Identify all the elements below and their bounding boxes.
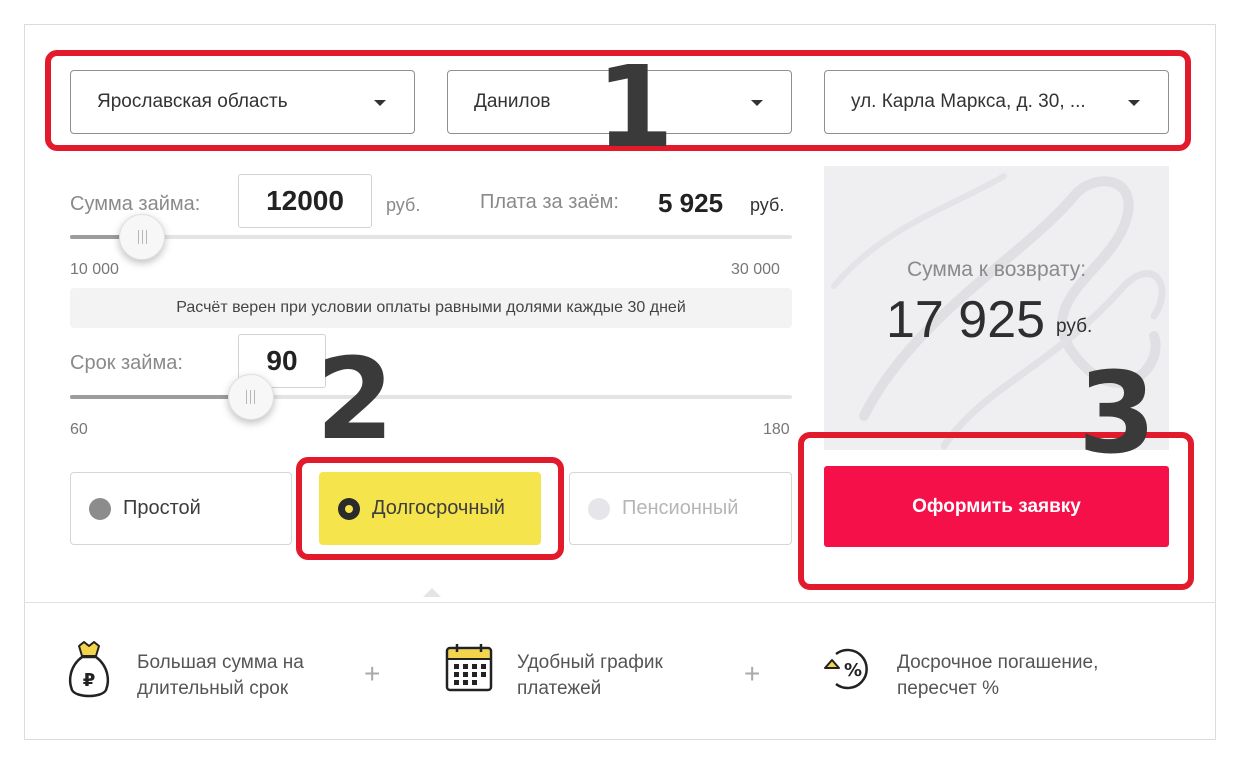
grip-icon xyxy=(246,390,255,404)
loan-amount-unit: руб. xyxy=(386,195,421,215)
marker-number-2: 2 xyxy=(316,335,394,465)
plus-separator: + xyxy=(364,658,381,689)
radio-icon xyxy=(89,497,111,520)
loan-amount-slider-thumb[interactable] xyxy=(119,214,166,260)
option-simple-label: Простой xyxy=(123,497,201,519)
loan-amount-label: Сумма займа: xyxy=(70,193,201,215)
fee-unit: руб. xyxy=(750,195,785,215)
highlight-long-term-option xyxy=(296,457,564,560)
option-simple[interactable]: Простой xyxy=(70,472,292,545)
loan-term-max: 180 xyxy=(763,421,790,438)
pointer-arrow-icon xyxy=(423,588,441,597)
money-bag-icon: ₽ xyxy=(68,641,110,698)
fee-value: 5 925 xyxy=(658,188,724,218)
feature-large-amount-line2: длительный срок xyxy=(137,678,289,699)
option-pension[interactable]: Пенсионный xyxy=(569,472,792,545)
fee-label: Плата за заём: xyxy=(480,191,619,213)
loan-term-slider-thumb[interactable] xyxy=(227,374,274,420)
loan-term-label: Срок займа: xyxy=(70,352,183,374)
calculation-note: Расчёт верен при условии оплаты равными … xyxy=(70,288,792,328)
loan-amount-input[interactable]: 12000 xyxy=(238,174,372,228)
divider xyxy=(24,602,1216,603)
loan-amount-min: 10 000 xyxy=(70,261,119,278)
feature-schedule-line2: платежей xyxy=(517,678,602,699)
svg-text:%: % xyxy=(844,660,862,681)
feature-schedule: Удобный график платежей xyxy=(517,650,663,702)
loan-term-min: 60 xyxy=(70,421,88,438)
loan-amount-slider-track[interactable] xyxy=(70,235,792,239)
feature-schedule-line1: Удобный график xyxy=(517,652,663,673)
feature-early-repayment-line2: пересчет % xyxy=(897,678,999,699)
repayment-title: Сумма к возврату: xyxy=(906,258,1087,281)
feature-early-repayment-line1: Досрочное погашение, xyxy=(897,652,1099,673)
feature-large-amount: Большая сумма на длительный срок xyxy=(137,650,304,702)
calendar-icon xyxy=(445,644,493,692)
grip-icon xyxy=(137,230,147,244)
feature-early-repayment: Досрочное погашение, пересчет % xyxy=(897,650,1098,702)
repayment-value: 17 925 xyxy=(886,291,1046,349)
radio-icon xyxy=(588,497,610,520)
feature-large-amount-line1: Большая сумма на xyxy=(137,652,304,673)
loan-amount-max: 30 000 xyxy=(731,261,780,278)
marker-number-3: 3 xyxy=(1078,349,1156,479)
plus-separator: + xyxy=(744,658,761,689)
svg-text:₽: ₽ xyxy=(83,670,96,691)
repayment-unit: руб. xyxy=(1056,316,1093,337)
loan-term-slider-fill xyxy=(70,395,251,399)
option-pension-label: Пенсионный xyxy=(622,497,739,519)
marker-number-1: 1 xyxy=(596,43,674,173)
percent-icon: % xyxy=(824,648,868,690)
